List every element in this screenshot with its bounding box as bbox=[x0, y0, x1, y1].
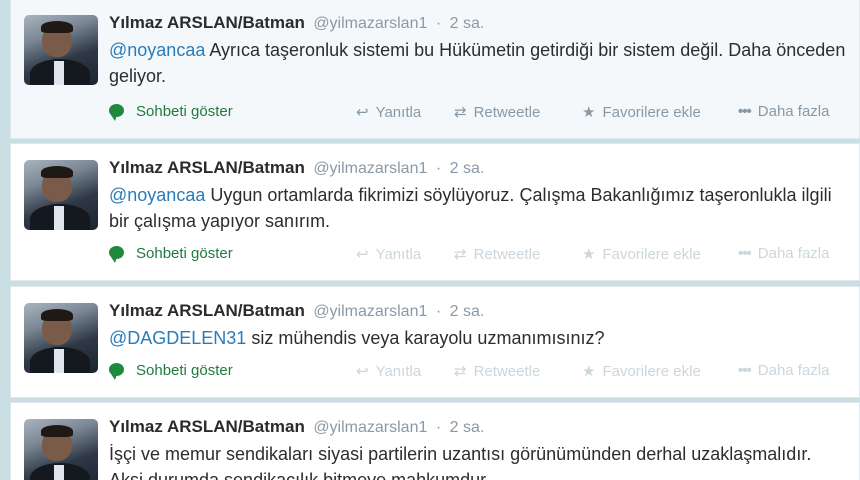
avatar[interactable] bbox=[24, 419, 98, 480]
user-handle[interactable]: @yilmazarslan1 bbox=[313, 419, 427, 436]
tweet-header: Yılmaz ARSLAN/Batman @yilmazarslan1 · 2 … bbox=[109, 158, 484, 178]
retweet-button[interactable]: ⇄ Retweetle bbox=[454, 362, 540, 380]
separator: · bbox=[435, 160, 442, 177]
tweet-time[interactable]: 2 sa. bbox=[450, 15, 485, 32]
show-conversation-button[interactable]: Sohbeti göster bbox=[109, 362, 233, 380]
separator: · bbox=[435, 303, 442, 320]
retweet-label: Retweetle bbox=[473, 246, 541, 263]
show-conversation-label: Sohbeti göster bbox=[136, 362, 233, 379]
tweet-header: Yılmaz ARSLAN/Batman @yilmazarslan1 · 2 … bbox=[109, 417, 484, 437]
retweet-icon: ⇄ bbox=[454, 363, 467, 380]
star-icon: ★ bbox=[582, 246, 596, 263]
favorite-button[interactable]: ★ Favorilere ekle bbox=[582, 103, 701, 121]
mention-link[interactable]: @DAGDELEN31 bbox=[109, 328, 246, 348]
mention-link[interactable]: @noyancaa bbox=[109, 185, 205, 205]
mention-link[interactable]: @noyancaa bbox=[109, 40, 205, 60]
star-icon: ★ bbox=[582, 104, 596, 121]
tweet-header: Yılmaz ARSLAN/Batman @yilmazarslan1 · 2 … bbox=[109, 301, 484, 321]
tweet-time[interactable]: 2 sa. bbox=[450, 419, 485, 436]
favorite-label: Favorilere ekle bbox=[602, 104, 701, 121]
ellipsis-icon: ••• bbox=[738, 245, 752, 262]
tweet-body: Uygun ortamlarda fikrimizi söylüyoruz. Ç… bbox=[109, 185, 832, 231]
tweet-text: @noyancaa Uygun ortamlarda fikrimizi söy… bbox=[109, 182, 849, 234]
avatar[interactable] bbox=[24, 15, 98, 85]
reply-label: Yanıtla bbox=[375, 363, 422, 380]
favorite-button[interactable]: ★ Favorilere ekle bbox=[582, 245, 701, 263]
tweet-item[interactable]: Yılmaz ARSLAN/Batman @yilmazarslan1 · 2 … bbox=[10, 0, 860, 139]
tweet-header: Yılmaz ARSLAN/Batman @yilmazarslan1 · 2 … bbox=[109, 13, 484, 33]
retweet-label: Retweetle bbox=[473, 363, 541, 380]
ellipsis-icon: ••• bbox=[738, 103, 752, 120]
tweet-item[interactable]: Yılmaz ARSLAN/Batman @yilmazarslan1 · 2 … bbox=[10, 143, 860, 281]
user-name[interactable]: Yılmaz ARSLAN/Batman bbox=[109, 13, 305, 32]
user-name[interactable]: Yılmaz ARSLAN/Batman bbox=[109, 301, 305, 320]
tweet-item[interactable]: Yılmaz ARSLAN/Batman @yilmazarslan1 · 2 … bbox=[10, 286, 860, 398]
tweet-time[interactable]: 2 sa. bbox=[450, 303, 485, 320]
more-button[interactable]: ••• Daha fazla bbox=[738, 103, 829, 120]
tweet-body: Ayrıca taşeronluk sistemi bu Hükümetin g… bbox=[109, 40, 846, 86]
more-label: Daha fazla bbox=[757, 362, 830, 379]
show-conversation-label: Sohbeti göster bbox=[136, 103, 233, 120]
tweet-text: @noyancaa Ayrıca taşeronluk sistemi bu H… bbox=[109, 37, 849, 89]
tweet-text: @DAGDELEN31 siz mühendis veya karayolu u… bbox=[109, 325, 849, 351]
tweet-actions: Sohbeti göster ↩ Yanıtla ⇄ Retweetle ★ Favo… bbox=[109, 245, 854, 267]
user-name[interactable]: Yılmaz ARSLAN/Batman bbox=[109, 158, 305, 177]
favorite-label: Favorilere ekle bbox=[602, 246, 701, 263]
show-conversation-label: Sohbeti göster bbox=[136, 245, 233, 262]
tweet-stream: Yılmaz ARSLAN/Batman @yilmazarslan1 · 2 … bbox=[10, 0, 860, 480]
more-label: Daha fazla bbox=[757, 103, 830, 120]
retweet-icon: ⇄ bbox=[454, 246, 467, 263]
retweet-label: Retweetle bbox=[473, 104, 541, 121]
reply-label: Yanıtla bbox=[375, 104, 422, 121]
tweet-text: İşçi ve memur sendikaları siyasi partile… bbox=[109, 441, 849, 480]
reply-button[interactable]: ↩ Yanıtla bbox=[356, 103, 421, 121]
avatar[interactable] bbox=[24, 303, 98, 373]
tweet-time[interactable]: 2 sa. bbox=[450, 160, 485, 177]
reply-label: Yanıtla bbox=[375, 246, 422, 263]
avatar[interactable] bbox=[24, 160, 98, 230]
reply-arrow-icon: ↩ bbox=[356, 104, 369, 121]
show-conversation-button[interactable]: Sohbeti göster bbox=[109, 103, 233, 121]
user-handle[interactable]: @yilmazarslan1 bbox=[313, 303, 427, 320]
user-handle[interactable]: @yilmazarslan1 bbox=[313, 15, 427, 32]
retweet-button[interactable]: ⇄ Retweetle bbox=[454, 103, 540, 121]
reply-button[interactable]: ↩ Yanıtla bbox=[356, 245, 421, 263]
tweet-body: İşçi ve memur sendikaları siyasi partile… bbox=[109, 444, 812, 480]
user-name[interactable]: Yılmaz ARSLAN/Batman bbox=[109, 417, 305, 436]
more-button[interactable]: ••• Daha fazla bbox=[738, 362, 829, 379]
separator: · bbox=[435, 419, 442, 436]
speech-bubble-icon bbox=[109, 363, 124, 380]
tweet-actions: Sohbeti göster ↩ Yanıtla ⇄ Retweetle ★ Favo… bbox=[109, 362, 854, 384]
more-label: Daha fazla bbox=[757, 245, 830, 262]
reply-arrow-icon: ↩ bbox=[356, 246, 369, 263]
speech-bubble-icon bbox=[109, 104, 124, 121]
tweet-item[interactable]: Yılmaz ARSLAN/Batman @yilmazarslan1 · 2 … bbox=[10, 402, 860, 480]
retweet-icon: ⇄ bbox=[454, 104, 467, 121]
separator: · bbox=[435, 15, 442, 32]
retweet-button[interactable]: ⇄ Retweetle bbox=[454, 245, 540, 263]
star-icon: ★ bbox=[582, 363, 596, 380]
favorite-label: Favorilere ekle bbox=[602, 363, 701, 380]
reply-arrow-icon: ↩ bbox=[356, 363, 369, 380]
tweet-actions: Sohbeti göster ↩ Yanıtla ⇄ Retweetle ★ Favo… bbox=[109, 103, 854, 125]
tweet-body: siz mühendis veya karayolu uzmanımısınız… bbox=[246, 328, 605, 348]
favorite-button[interactable]: ★ Favorilere ekle bbox=[582, 362, 701, 380]
show-conversation-button[interactable]: Sohbeti göster bbox=[109, 245, 233, 263]
ellipsis-icon: ••• bbox=[738, 362, 752, 379]
speech-bubble-icon bbox=[109, 246, 124, 263]
reply-button[interactable]: ↩ Yanıtla bbox=[356, 362, 421, 380]
user-handle[interactable]: @yilmazarslan1 bbox=[313, 160, 427, 177]
more-button[interactable]: ••• Daha fazla bbox=[738, 245, 829, 262]
